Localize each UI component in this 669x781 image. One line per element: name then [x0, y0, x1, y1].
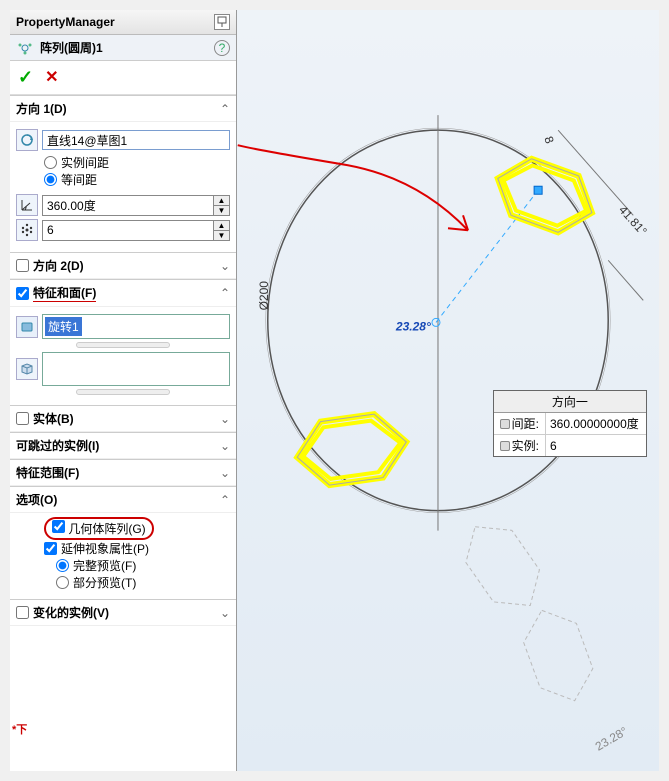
partial-preview-radio[interactable]	[56, 576, 69, 589]
spin-down[interactable]: ▼	[213, 206, 229, 215]
expand-icon: ⌄	[220, 606, 230, 620]
expand-icon: ⌄	[220, 412, 230, 426]
panel-title: PropertyManager	[16, 15, 115, 29]
length-label: 8	[541, 134, 557, 145]
collapse-icon: ⌃	[220, 493, 230, 507]
diameter-label: Ø200	[257, 281, 271, 311]
section-label: 方向 1(D)	[16, 100, 67, 117]
lock-icon[interactable]	[500, 419, 510, 429]
features-check[interactable]	[16, 287, 29, 300]
feature-name: 阵列(圆周)1	[40, 39, 103, 56]
app-window: PropertyManager 阵列(圆周)1 ? ✓ ✕ 方向 1(D) ⌃	[10, 10, 659, 771]
section-header-vary[interactable]: 变化的实例(V) ⌄	[10, 599, 236, 626]
section-header-scope[interactable]: 特征范围(F) ⌄	[10, 459, 236, 486]
callout-title: 方向一	[494, 391, 646, 413]
count-spinner[interactable]: ▲▼	[42, 220, 230, 241]
callout-spacing-label: 间距:	[512, 415, 539, 432]
axis-input[interactable]	[42, 130, 230, 150]
angle-spinner[interactable]: ▲▼	[42, 195, 230, 216]
expand-icon: ⌄	[220, 466, 230, 480]
confirm-bar: ✓ ✕	[10, 61, 236, 95]
spacing-radio-instance[interactable]: 实例间距	[44, 154, 230, 171]
callout-instances-input[interactable]	[546, 435, 646, 456]
angle-input[interactable]	[43, 196, 213, 215]
feature-name-bar: 阵列(圆周)1 ?	[10, 35, 236, 61]
face-select-icon	[16, 358, 38, 380]
section-header-options[interactable]: 选项(O) ⌃	[10, 486, 236, 513]
graphics-viewport[interactable]: Ø200 23.28° 41.81° 8 23.28° 方向一 间距: 实例:	[237, 10, 659, 771]
selected-feature[interactable]: 旋转1	[45, 317, 82, 336]
angle-icon	[16, 194, 38, 216]
feature-select-icon	[16, 316, 38, 338]
feature-selection-list[interactable]: 旋转1	[42, 314, 230, 339]
section-header-skip[interactable]: 可跳过的实例(I) ⌄	[10, 432, 236, 459]
full-preview-radio-row[interactable]: 完整预览(F)	[56, 557, 230, 574]
full-preview-radio[interactable]	[56, 559, 69, 572]
count-icon	[16, 219, 38, 241]
face-selection-list[interactable]	[42, 352, 230, 386]
section-header-direction1[interactable]: 方向 1(D) ⌃	[10, 95, 236, 122]
geom-pattern-check-row[interactable]: 几何体阵列(G)	[44, 517, 230, 540]
collapse-icon: ⌃	[220, 102, 230, 116]
section-header-features[interactable]: 特征和面(F) ⌃	[10, 279, 236, 307]
pattern-callout[interactable]: 方向一 间距: 实例:	[493, 390, 647, 457]
spin-down[interactable]: ▼	[213, 231, 229, 240]
resize-handle[interactable]	[76, 389, 170, 395]
ok-button[interactable]: ✓	[18, 67, 33, 88]
collapse-icon: ⌃	[220, 286, 230, 300]
angle-label-2: 41.81°	[616, 203, 650, 238]
section-header-bodies[interactable]: 实体(B) ⌄	[10, 405, 236, 432]
bodies-check[interactable]	[16, 412, 29, 425]
count-input[interactable]	[43, 221, 213, 240]
spin-up[interactable]: ▲	[213, 196, 229, 206]
expand-icon: ⌄	[220, 439, 230, 453]
help-icon[interactable]: ?	[214, 40, 230, 56]
cancel-button[interactable]: ✕	[45, 67, 58, 88]
extend-visual-check[interactable]	[44, 542, 57, 555]
angle-label-1: 23.28°	[395, 319, 431, 333]
partial-preview-radio-row[interactable]: 部分预览(T)	[56, 574, 230, 591]
spin-up[interactable]: ▲	[213, 221, 229, 231]
spacing-radio-equal[interactable]: 等间距	[44, 171, 230, 188]
pin-icon[interactable]	[214, 14, 230, 30]
axis-icon[interactable]	[16, 129, 38, 151]
callout-spacing-input[interactable]	[546, 413, 646, 434]
geom-pattern-check[interactable]	[52, 520, 65, 533]
property-manager-panel: PropertyManager 阵列(圆周)1 ? ✓ ✕ 方向 1(D) ⌃	[10, 10, 237, 771]
section-header-direction2[interactable]: 方向 2(D) ⌄	[10, 252, 236, 279]
panel-scroll-area: 方向 1(D) ⌃ 实例间距 等间距	[10, 95, 236, 771]
angle-label-3: 23.28°	[593, 724, 630, 754]
vary-check[interactable]	[16, 606, 29, 619]
panel-title-bar: PropertyManager	[10, 10, 236, 35]
direction2-check[interactable]	[16, 259, 29, 272]
status-flag: *下	[12, 721, 27, 737]
circular-pattern-icon	[16, 40, 34, 56]
callout-instances-label: 实例:	[512, 437, 539, 454]
expand-icon: ⌄	[220, 259, 230, 273]
extend-visual-check-row[interactable]: 延伸视象属性(P)	[44, 540, 230, 557]
resize-handle[interactable]	[76, 342, 170, 348]
lock-icon[interactable]	[500, 441, 510, 451]
